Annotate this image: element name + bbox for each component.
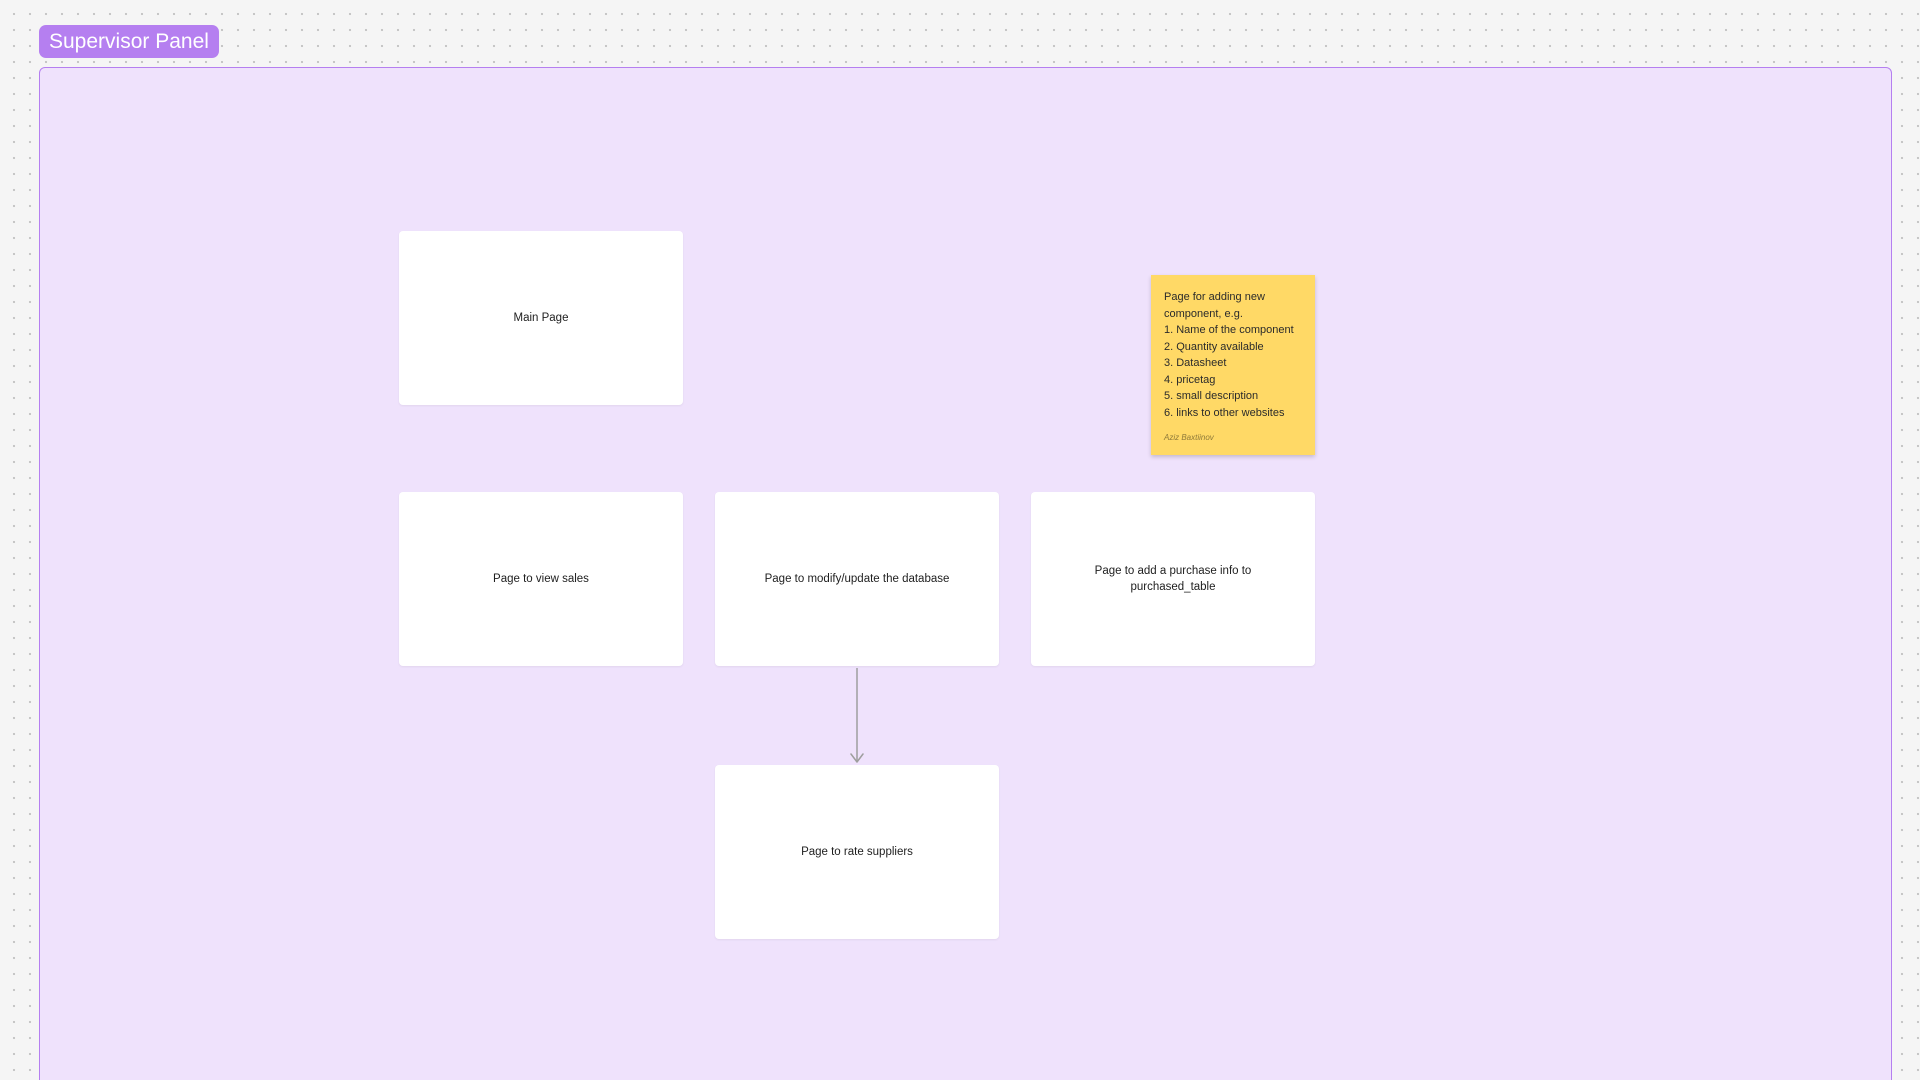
- card-label: Page to view sales: [493, 573, 589, 585]
- sticky-note-line: Page for adding new: [1164, 291, 1265, 303]
- sticky-note[interactable]: Page for adding new component, e.g. 1. N…: [1151, 275, 1315, 455]
- card-label: Page to rate suppliers: [801, 846, 913, 858]
- card-view-sales[interactable]: Page to view sales: [399, 492, 683, 666]
- section-title[interactable]: Supervisor Panel: [39, 25, 219, 58]
- sticky-note-line: 5. small description: [1164, 390, 1259, 402]
- sticky-note-line: 3. Datasheet: [1164, 357, 1227, 369]
- card-main-page[interactable]: Main Page: [399, 231, 683, 405]
- sticky-note-author: Aziz Baxtiinov: [1164, 433, 1214, 442]
- sticky-note-line: 1. Name of the component: [1164, 324, 1294, 336]
- card-modify-database[interactable]: Page to modify/update the database: [715, 492, 999, 666]
- sticky-note-line: 6. links to other websites: [1164, 406, 1285, 419]
- sticky-note-line: 4. pricetag: [1164, 373, 1216, 386]
- card-add-purchase[interactable]: Page to add a purchase info to purchased…: [1031, 492, 1315, 666]
- card-rate-suppliers[interactable]: Page to rate suppliers: [715, 765, 999, 939]
- card-label: Main Page: [513, 312, 569, 324]
- card-label: Page to modify/update the database: [764, 573, 950, 585]
- card-label: Page to add a purchase info to purchased…: [1094, 565, 1252, 593]
- sticky-note-line: 2. Quantity available: [1164, 340, 1264, 353]
- sticky-note-line: component, e.g.: [1164, 307, 1243, 320]
